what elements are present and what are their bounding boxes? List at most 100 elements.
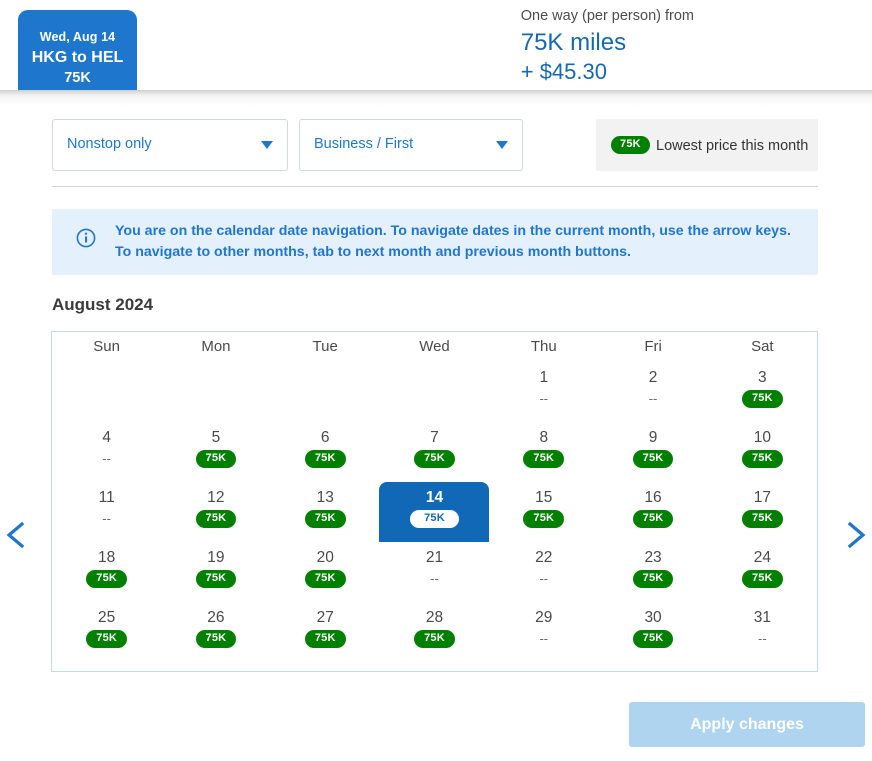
day-price-badge: 75K — [633, 450, 674, 468]
day-inner: 2475K — [707, 542, 817, 602]
day-number: 23 — [598, 547, 708, 568]
calendar-day-cell[interactable]: 11-- — [52, 482, 161, 542]
price-cash: + $45.30 — [521, 58, 694, 86]
day-number: 21 — [379, 547, 489, 568]
day-price-badge: 75K — [742, 570, 783, 588]
selected-date-tab[interactable]: Wed, Aug 14 HKG to HEL 75K — [18, 10, 137, 90]
day-price-badge: 75K — [414, 450, 455, 468]
day-price-badge: 75K — [410, 510, 459, 528]
calendar-day-cell[interactable]: 1875K — [52, 542, 161, 602]
weekday-header-sat: Sat — [708, 332, 817, 362]
tab-route-label: HKG to HEL — [18, 47, 137, 69]
day-inner: 31-- — [707, 602, 817, 662]
calendar-day-cell[interactable]: 2575K — [52, 602, 161, 662]
day-inner: 4 -- — [52, 422, 162, 482]
day-number: 26 — [161, 607, 271, 628]
calendar-day-cell[interactable]: 1675K — [598, 482, 707, 542]
next-month-button[interactable] — [838, 515, 872, 555]
info-circle-icon — [76, 228, 96, 248]
day-number: 17 — [707, 487, 817, 508]
day-number: 6 — [270, 427, 380, 448]
calendar-day-cell[interactable]: 2875K — [380, 602, 489, 662]
calendar-day-cell[interactable]: 375K — [708, 362, 817, 422]
calendar-day-cell[interactable]: 2475K — [708, 542, 817, 602]
price-summary: One way (per person) from 75K miles + $4… — [521, 6, 694, 86]
price-caption: One way (per person) from — [521, 6, 694, 26]
day-number: 4 — [52, 427, 162, 448]
day-number: 11 — [52, 487, 162, 508]
stops-select[interactable]: Nonstop only — [52, 119, 288, 171]
day-number: 27 — [270, 607, 380, 628]
calendar-day-cell[interactable]: 2775K — [271, 602, 380, 662]
calendar-day-cell[interactable]: 1775K — [708, 482, 817, 542]
day-inner: 29-- — [489, 602, 599, 662]
calendar-day-cell[interactable]: 2075K — [271, 542, 380, 602]
day-inner: 2075K — [270, 542, 380, 602]
weekday-header-tue: Tue — [271, 332, 380, 362]
chevron-left-icon — [0, 515, 34, 555]
page-header: Wed, Aug 14 HKG to HEL 75K One way (per … — [0, 0, 872, 90]
calendar-day-cell[interactable]: 22-- — [489, 542, 598, 602]
day-number: 9 — [598, 427, 708, 448]
calendar-day-cell[interactable]: 2375K — [598, 542, 707, 602]
calendar-day-cell[interactable]: 29-- — [489, 602, 598, 662]
day-inner: 675K — [270, 422, 380, 482]
day-price-badge: 75K — [196, 570, 237, 588]
day-number: 18 — [52, 547, 162, 568]
day-no-price: -- — [102, 450, 111, 468]
calendar-day-cell[interactable]: 1075K — [708, 422, 817, 482]
calendar-day-cell[interactable]: 4 -- — [52, 422, 161, 482]
calendar-day-cell[interactable]: 31-- — [708, 602, 817, 662]
calendar-day-cell[interactable]: 1-- — [489, 362, 598, 422]
calendar-day-cell[interactable]: 775K — [380, 422, 489, 482]
calendar-day-cell[interactable]: 2-- — [598, 362, 707, 422]
day-price-badge: 75K — [742, 390, 783, 408]
day-no-price: -- — [539, 570, 548, 588]
cabin-select-value: Business / First — [314, 136, 413, 152]
day-inner: 1775K — [707, 482, 817, 542]
calendar-day-cell[interactable]: 1275K — [161, 482, 270, 542]
calendar-day-empty — [271, 362, 380, 422]
calendar-day-cell[interactable]: 1475K — [380, 482, 489, 542]
day-number: 24 — [707, 547, 817, 568]
section-divider — [52, 186, 818, 187]
calendar-help-banner: You are on the calendar date navigation.… — [52, 209, 818, 275]
day-number: 1 — [489, 367, 599, 388]
day-no-price: -- — [430, 570, 439, 588]
day-number: 25 — [52, 607, 162, 628]
chevron-down-icon — [261, 141, 273, 149]
day-number: 30 — [598, 607, 708, 628]
calendar-day-cell[interactable]: 1575K — [489, 482, 598, 542]
day-number: 28 — [379, 607, 489, 628]
calendar-day-cell[interactable]: 1375K — [271, 482, 380, 542]
tab-miles-label: 75K — [18, 69, 137, 88]
day-number: 14 — [379, 487, 489, 508]
day-inner: 3075K — [598, 602, 708, 662]
apply-changes-button[interactable]: Apply changes — [629, 702, 865, 747]
day-inner: 22-- — [489, 542, 599, 602]
calendar-day-cell[interactable]: 1975K — [161, 542, 270, 602]
day-inner: 11-- — [52, 482, 162, 542]
day-number: 19 — [161, 547, 271, 568]
calendar-day-cell[interactable]: 875K — [489, 422, 598, 482]
cabin-select[interactable]: Business / First — [299, 119, 523, 171]
calendar-day-cell[interactable]: 3075K — [598, 602, 707, 662]
day-inner: 2675K — [161, 602, 271, 662]
weekday-header-sun: Sun — [52, 332, 161, 362]
day-inner: 1075K — [707, 422, 817, 482]
calendar-day-cell[interactable]: 2675K — [161, 602, 270, 662]
day-inner: 975K — [598, 422, 708, 482]
day-price-badge: 75K — [742, 510, 783, 528]
stops-select-value: Nonstop only — [67, 136, 152, 152]
day-price-badge: 75K — [86, 570, 127, 588]
day-price-badge: 75K — [196, 630, 237, 648]
calendar-day-cell[interactable]: 575K — [161, 422, 270, 482]
calendar-day-cell[interactable]: 675K — [271, 422, 380, 482]
calendar-day-cell[interactable]: 21 -- — [380, 542, 489, 602]
calendar-day-cell[interactable]: 975K — [598, 422, 707, 482]
day-inner: 2875K — [379, 602, 489, 662]
weekday-header-fri: Fri — [598, 332, 707, 362]
day-number: 13 — [270, 487, 380, 508]
day-number: 3 — [707, 367, 817, 388]
previous-month-button[interactable] — [0, 515, 34, 555]
